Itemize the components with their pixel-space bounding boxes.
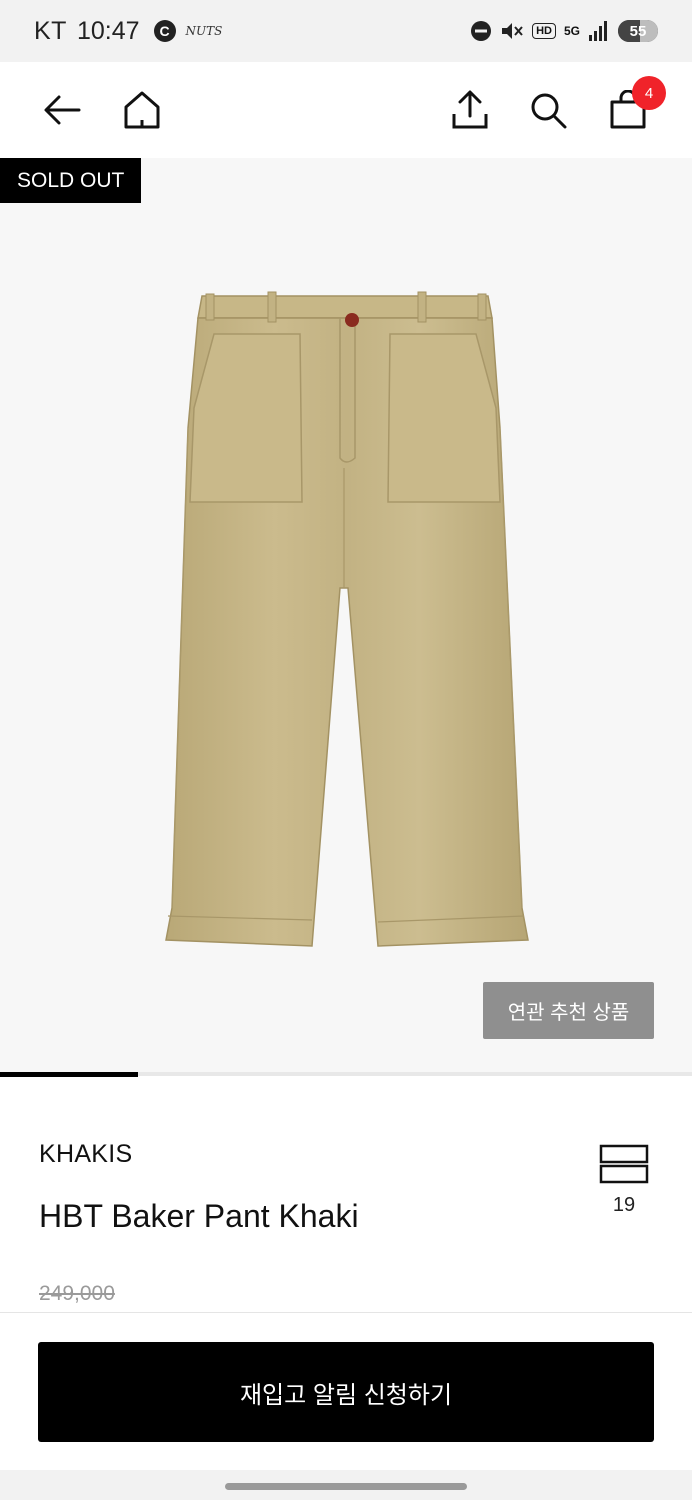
status-bar: KT 10:47 C NUTS HD 5G 55 [0,0,692,62]
cart-count-badge: 4 [632,76,666,110]
home-button[interactable] [118,86,166,134]
related-products-button[interactable]: 연관 추천 상품 [483,982,654,1039]
back-button[interactable] [38,86,86,134]
mute-icon [502,23,523,39]
share-icon [452,90,488,129]
sold-out-badge: SOLD OUT [0,158,142,203]
notification-c-icon: C [153,20,176,42]
search-button[interactable] [524,86,572,134]
system-nav-bar [0,1470,692,1500]
app-header: 4 [0,62,692,158]
share-button[interactable] [446,86,494,134]
status-right: HD 5G 55 [470,20,658,42]
gallery-progress [0,1072,692,1077]
restock-alert-button[interactable]: 재입고 알림 신청하기 [38,1342,654,1442]
clock: 10:47 [76,16,140,45]
search-icon [531,93,567,129]
cart-button[interactable]: 4 [604,76,666,134]
do-not-disturb-icon [471,21,492,41]
product-image [165,291,529,947]
battery-level: 55 [629,22,647,40]
product-title: HBT Baker Pant Khaki [39,1198,359,1234]
arrow-left-icon [44,95,81,125]
wishlist-button[interactable]: 19 [598,1144,650,1217]
gallery-progress-fill [0,1072,139,1077]
wishlist-icon [599,1144,649,1184]
brand-name[interactable]: KHAKIS [39,1140,133,1169]
battery-icon: 55 [618,20,658,42]
product-price: 249,000 [39,1282,115,1305]
carrier-label: KT [34,16,67,45]
product-image-gallery[interactable]: SOLD OUT 연관 추천 상품 [0,158,692,1072]
signal-icon [589,21,607,41]
notification-app-icon: NUTS [185,24,223,38]
home-indicator[interactable] [225,1483,467,1490]
hd-icon: HD [532,23,556,39]
network-5g-icon: 5G [563,23,580,38]
wishlist-count: 19 [612,1194,636,1216]
divider [0,1312,692,1313]
status-left: KT 10:47 C NUTS [34,17,222,46]
home-icon [124,91,160,129]
screen: KT 10:47 C NUTS HD 5G 55 4 SOLD OUT 연관 추… [0,0,692,1500]
